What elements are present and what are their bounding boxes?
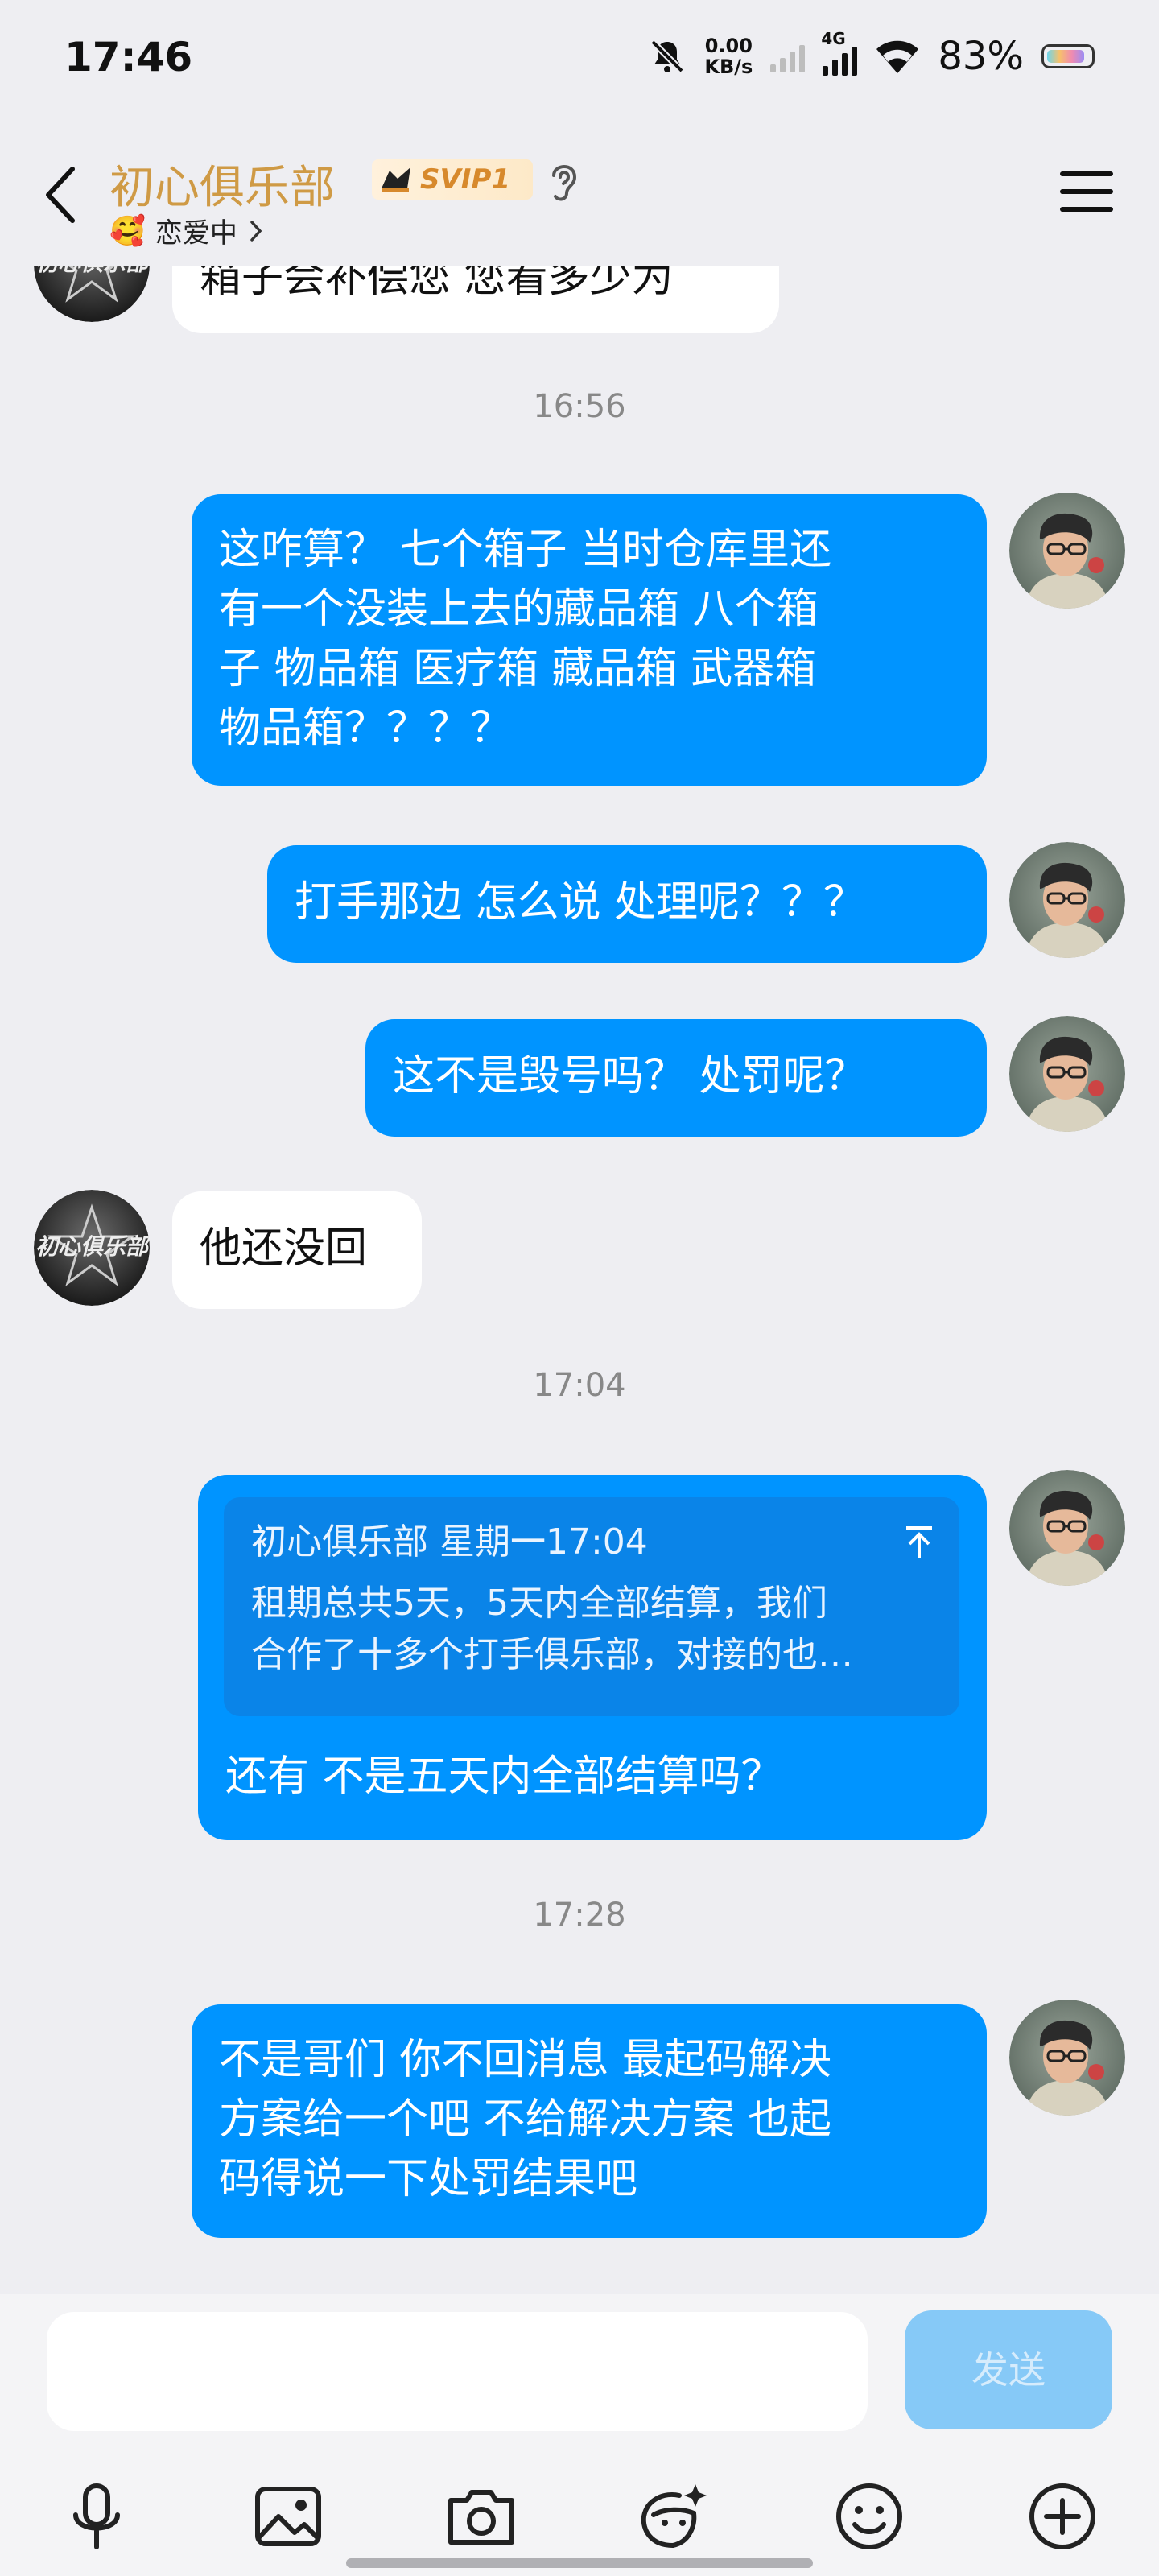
home-indicator[interactable] xyxy=(346,2558,813,2568)
svg-text:初心俱乐部: 初心俱乐部 xyxy=(35,266,150,276)
image-icon[interactable] xyxy=(248,2476,328,2557)
timestamp: 17:28 xyxy=(533,1897,626,1934)
mute-bell-icon xyxy=(650,39,685,73)
message-bubble-in[interactable]: 他还没回 xyxy=(172,1191,422,1309)
message-bubble-out[interactable]: 这咋算？ 七个箱子 当时仓库里还 有一个没装上去的藏品箱 八个箱 子 物品箱 医… xyxy=(192,494,987,786)
status-bar: 17:46 0.00 KB/s 4G 83% xyxy=(0,0,1159,121)
status-emoji-icon: 🥰 xyxy=(109,214,146,248)
message-input[interactable] xyxy=(47,2312,868,2431)
emoji-icon[interactable] xyxy=(829,2476,909,2557)
net-rate: 0.00 KB/s xyxy=(704,35,753,78)
user-avatar[interactable] xyxy=(1009,2000,1125,2116)
timestamp: 16:56 xyxy=(533,388,626,425)
wifi-icon xyxy=(876,40,919,73)
chevron-right-icon xyxy=(250,220,262,242)
menu-icon[interactable] xyxy=(1059,167,1114,216)
message-list[interactable]: 初心俱乐部 箱子会补偿您 您看多少为 16:56 这咋算？ 七个箱子 当时仓库里… xyxy=(0,266,1159,2294)
message-bubble-out[interactable]: 不是哥们 你不回消息 最起码解决 方案给一个吧 不给解决方案 也起 码得说一下处… xyxy=(192,2004,987,2238)
camera-icon[interactable] xyxy=(441,2476,522,2557)
send-button[interactable]: 发送 xyxy=(905,2310,1112,2429)
chat-header: 初心俱乐部 SVIP1 🥰 恋爱中 xyxy=(0,121,1159,266)
message-bubble-out[interactable]: 打手那边 怎么说 处理呢？？？ xyxy=(267,845,987,963)
battery-icon xyxy=(1041,44,1095,68)
back-arrow-icon[interactable] xyxy=(39,163,87,227)
quote-text: 租期总共5天，5天内全部结算，我们 合作了十多个打手俱乐部，对接的也… xyxy=(251,1583,853,1675)
message-bubble-out[interactable]: 这不是毁号吗？ 处罚呢？ xyxy=(365,1019,987,1137)
signal-4g-icon: 4G xyxy=(821,29,858,76)
user-avatar[interactable] xyxy=(1009,842,1125,958)
signal-sim2-icon xyxy=(770,40,806,72)
user-avatar[interactable] xyxy=(1009,1016,1125,1132)
chat-title[interactable]: 初心俱乐部 xyxy=(109,151,335,217)
timestamp: 17:04 xyxy=(533,1367,626,1404)
status-time: 17:46 xyxy=(64,34,193,80)
club-avatar[interactable]: 初心俱乐部 xyxy=(34,266,150,322)
quoted-message[interactable]: 初心俱乐部 星期一17:04 租期总共5天，5天内全部结算，我们 合作了十多个打… xyxy=(224,1497,959,1716)
user-avatar[interactable] xyxy=(1009,493,1125,609)
jump-to-quote-icon[interactable] xyxy=(903,1525,935,1560)
message-text: 还有 不是五天内全部结算吗？ xyxy=(225,1752,783,1801)
relationship-status[interactable]: 🥰 恋爱中 xyxy=(109,211,265,250)
battery-percent: 83% xyxy=(938,34,1024,79)
svip-crown-icon xyxy=(382,167,410,192)
sticker-icon[interactable] xyxy=(633,2476,713,2557)
status-icons: 0.00 KB/s 4G 83% xyxy=(648,29,1095,80)
microphone-icon[interactable] xyxy=(56,2476,137,2557)
input-area: 发送 xyxy=(0,2294,1159,2576)
ear-icon[interactable] xyxy=(544,156,584,204)
message-bubble-in[interactable]: 箱子会补偿您 您看多少为 xyxy=(172,266,779,333)
svip-badge[interactable]: SVIP1 xyxy=(372,159,534,200)
svg-text:初心俱乐部: 初心俱乐部 xyxy=(35,1233,150,1260)
club-avatar[interactable]: 初心俱乐部 xyxy=(34,1190,150,1306)
quote-header: 初心俱乐部 星期一17:04 xyxy=(251,1521,648,1563)
user-avatar[interactable] xyxy=(1009,1470,1125,1586)
plus-icon[interactable] xyxy=(1022,2476,1103,2557)
